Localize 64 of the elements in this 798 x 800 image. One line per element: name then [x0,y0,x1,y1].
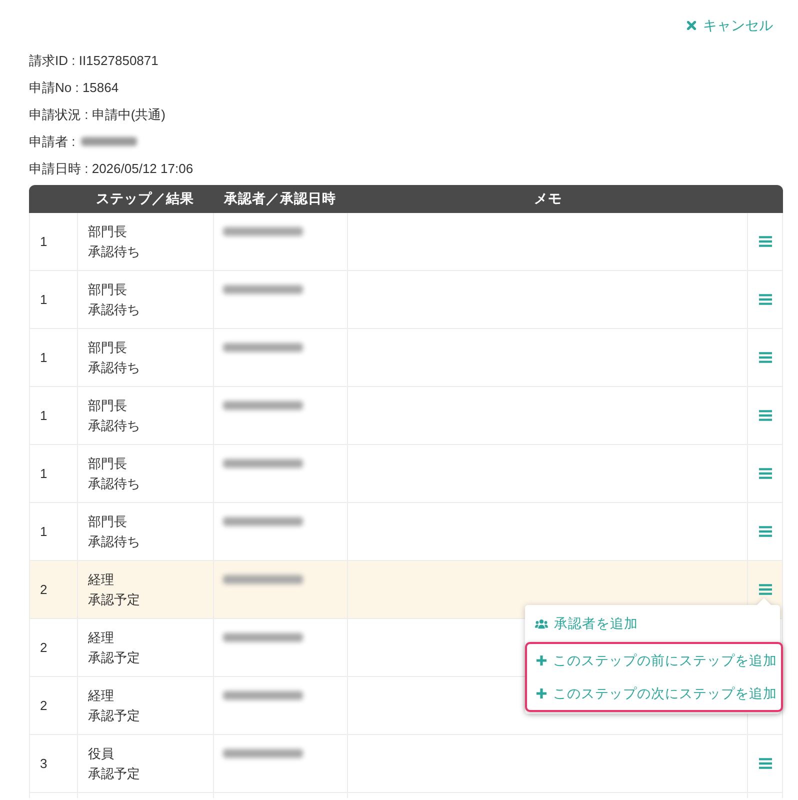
info-text: 申請状況 : 申請中(共通) [29,106,166,124]
menu-icon [758,410,772,421]
step-number: 2 [40,640,48,655]
step-number: 1 [40,466,48,481]
step-number: 2 [40,698,48,713]
step-name: 部門長 [88,338,128,356]
info-text: 申請No : 15864 [29,79,119,97]
step-status: 承認待ち [88,532,141,550]
info-text: 請求ID : II1527850871 [29,52,158,70]
step-status: 承認予定 [88,764,141,782]
menu-icon [758,584,772,595]
step-name: 部門長 [88,280,128,298]
step-name: 部門長 [88,396,128,414]
row-menu-button[interactable] [756,466,774,481]
close-icon [687,20,696,30]
info-text: 申請者 : [29,133,76,151]
step-number: 1 [40,234,48,249]
row-menu-button[interactable] [756,350,774,365]
row-menu-button[interactable] [756,756,774,771]
column-header: ステップ／結果 [96,190,194,208]
step-name: 部門長 [88,512,128,530]
menu-icon [758,352,772,363]
step-status: 承認待ち [88,242,141,260]
menu-icon [758,758,772,769]
step-name: 部門長 [88,454,128,472]
step-number: 1 [40,292,48,307]
table-row[interactable]: 1 部門長 承認待ち [29,213,783,271]
row-menu-button[interactable] [756,524,774,539]
step-number: 1 [40,350,48,365]
step-number: 3 [40,756,48,771]
step-status: 承認待ち [88,416,141,434]
users-icon [535,618,548,628]
step-name: 部門長 [88,222,128,240]
row-menu-button[interactable] [756,582,774,597]
plus-icon [536,688,547,699]
step-number: 1 [40,524,48,539]
table-row[interactable]: 1 部門長 承認待ち [29,387,783,445]
step-name: 経理 [88,628,115,646]
step-status: 承認予定 [88,590,141,608]
table-row[interactable]: 3 役員 承認予定 [29,735,783,793]
menu-icon [758,294,772,305]
row-menu-button[interactable] [756,408,774,423]
menu-icon [758,236,772,247]
step-status: 承認予定 [88,648,141,666]
table-row[interactable]: 1 部門長 承認待ち [29,271,783,329]
row-menu-button[interactable] [756,234,774,249]
step-name: 経理 [88,686,115,704]
column-header: 承認者／承認日時 [224,190,336,208]
row-menu-button[interactable] [756,292,774,307]
step-number: 2 [40,582,48,597]
menu-icon [758,526,772,537]
menu-icon [758,468,772,479]
table-row[interactable]: 1 部門長 承認待ち [29,329,783,387]
step-status: 承認待ち [88,300,141,318]
column-header: メモ [534,190,562,208]
plus-icon [536,655,547,666]
info-text: 申請日時 : 2026/05/12 17:06 [29,160,194,178]
step-name: 役員 [88,744,115,762]
step-number: 1 [40,408,48,423]
table-row[interactable]: 1 部門長 承認待ち [29,445,783,503]
table-row[interactable]: 1 部門長 承認待ち [29,503,783,561]
step-status: 承認待ち [88,358,141,376]
step-name: 経理 [88,570,115,588]
step-status: 承認待ち [88,474,141,492]
